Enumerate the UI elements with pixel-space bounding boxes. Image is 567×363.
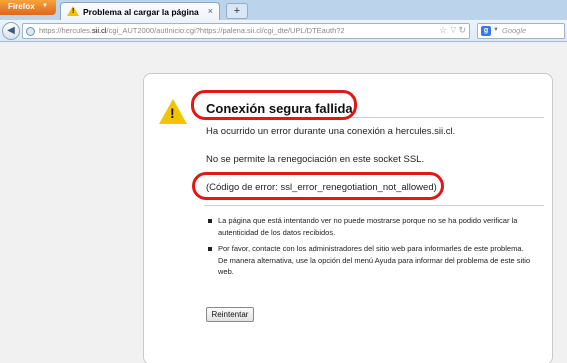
- firefox-menu-button[interactable]: Firefox ▼: [0, 0, 56, 15]
- reload-icon[interactable]: ↻: [458, 25, 466, 36]
- error-details-list: La página que está intentando ver no pue…: [206, 215, 531, 283]
- warning-triangle-icon: !: [157, 97, 189, 125]
- retry-button[interactable]: Reintentar: [206, 307, 254, 322]
- error-line-connection: Ha ocurrido un error durante una conexió…: [206, 126, 456, 137]
- error-code-highlight-ellipse: [192, 172, 444, 200]
- new-tab-button[interactable]: +: [226, 3, 248, 19]
- google-engine-icon[interactable]: g: [481, 26, 491, 36]
- list-item: Por favor, contacte con los administrado…: [206, 243, 531, 278]
- tab-strip: Firefox ▼ ! Problema al cargar la página…: [0, 0, 567, 21]
- bookmark-star-icon[interactable]: ☆: [439, 25, 447, 36]
- back-button[interactable]: ◀: [2, 22, 20, 40]
- warning-icon: !: [67, 6, 79, 16]
- engine-dropdown-icon[interactable]: ▼: [493, 27, 499, 33]
- error-line-renegotiation: No se permite la renegociación en este s…: [206, 154, 425, 165]
- navigation-toolbar: ◀ https://hercules.sii.cl/cgi_AUT2000/au…: [0, 20, 567, 42]
- chevron-down-icon: ▼: [42, 3, 48, 9]
- error-box: ! Conexión segura fallida Ha ocurrido un…: [143, 73, 553, 363]
- search-placeholder: Google: [502, 26, 527, 35]
- url-text: https://hercules.sii.cl/cgi_AUT2000/autI…: [39, 26, 345, 35]
- firefox-menu-label: Firefox: [8, 2, 35, 11]
- close-tab-icon[interactable]: ×: [208, 6, 213, 16]
- globe-icon: [26, 27, 35, 36]
- page-content: ! Conexión segura fallida Ha ocurrido un…: [0, 43, 567, 363]
- list-item: La página que está intentando ver no pue…: [206, 215, 531, 238]
- history-dropdown-icon[interactable]: ▽: [451, 26, 456, 34]
- url-bar[interactable]: https://hercules.sii.cl/cgi_AUT2000/autI…: [22, 23, 470, 39]
- section-divider: [204, 205, 544, 206]
- title-highlight-ellipse: [191, 90, 357, 120]
- tab-problem-loading[interactable]: ! Problema al cargar la página ×: [60, 2, 220, 21]
- tab-title: Problema al cargar la página: [83, 7, 199, 17]
- search-bar[interactable]: g ▼ Google: [477, 23, 565, 39]
